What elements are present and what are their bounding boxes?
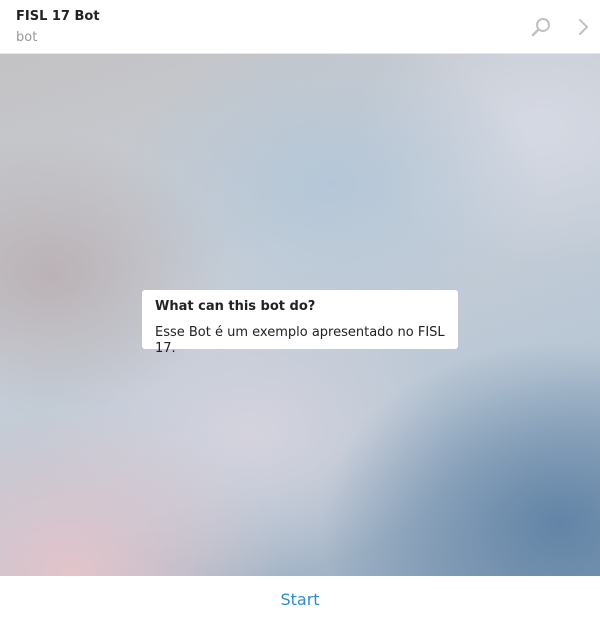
chat-status: bot (16, 30, 38, 45)
bot-description-title: What can this bot do? (155, 299, 316, 314)
chat-background: What can this bot do? Esse Bot é um exem… (0, 54, 600, 576)
bot-description-card: What can this bot do? Esse Bot é um exem… (142, 290, 458, 356)
chevron-right-icon (579, 19, 588, 35)
chat-header: FISL 17 Bot bot (0, 0, 600, 54)
profile-toggle-button[interactable] (570, 14, 596, 40)
chat-footer: Start (0, 576, 600, 622)
bot-description-text: Esse Bot é um exemplo apresentado no FIS… (155, 325, 445, 356)
search-button[interactable] (528, 14, 554, 40)
start-button[interactable]: Start (264, 586, 335, 613)
chat-title[interactable]: FISL 17 Bot (16, 9, 100, 24)
chat-window: FISL 17 Bot bot What can this bot do? Es… (0, 0, 600, 622)
search-icon (531, 18, 550, 37)
